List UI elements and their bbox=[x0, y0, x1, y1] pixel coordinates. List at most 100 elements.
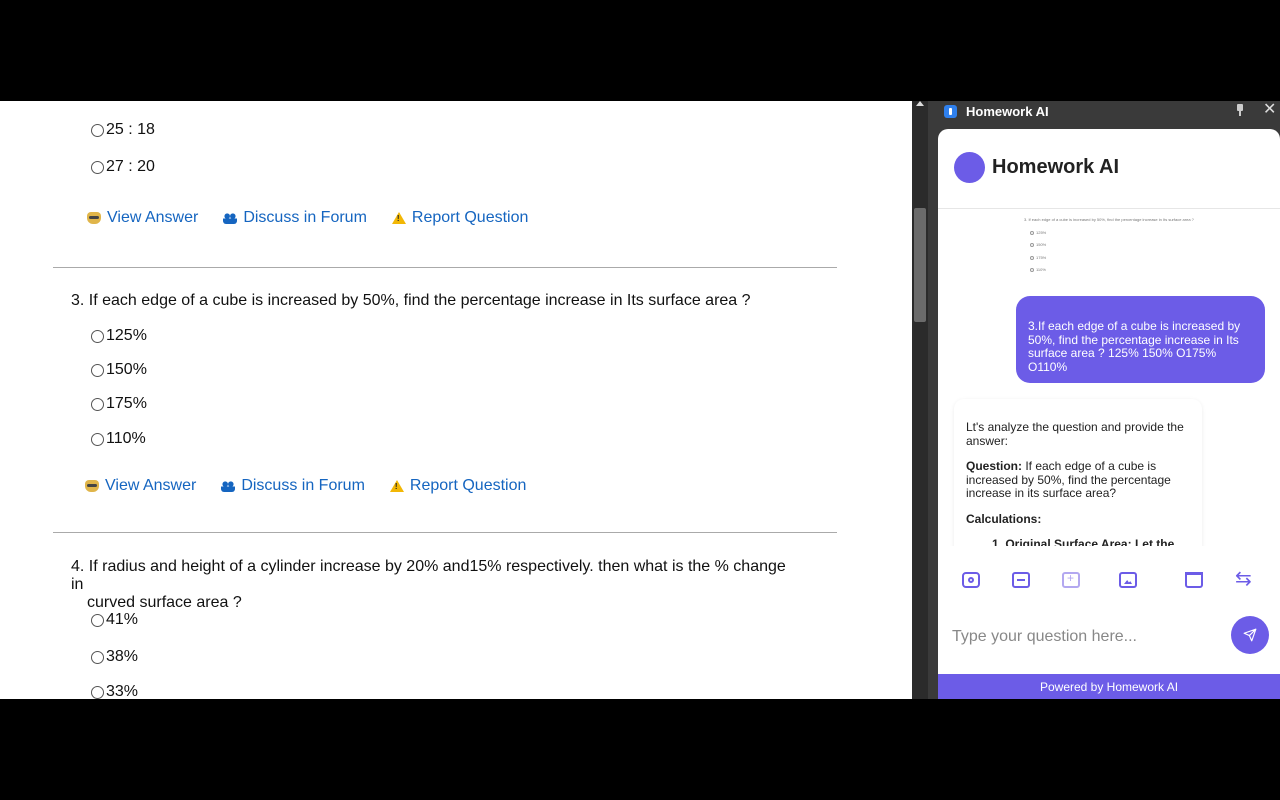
close-icon[interactable]: ✕ bbox=[1263, 101, 1276, 119]
radio-button[interactable] bbox=[91, 685, 104, 699]
question-label: Question: bbox=[966, 459, 1022, 473]
question-4-text: 4. If radius and height of a cylinder in… bbox=[71, 558, 791, 612]
forum-icon bbox=[223, 212, 238, 224]
option-label: 110% bbox=[106, 430, 146, 447]
scroll-up-arrow-icon[interactable] bbox=[916, 101, 924, 106]
radio-button[interactable] bbox=[91, 160, 104, 174]
option-label: 38% bbox=[106, 648, 139, 665]
discuss-forum-label: Discuss in Forum bbox=[243, 209, 367, 226]
option-41[interactable]: 41% bbox=[91, 611, 138, 629]
window-title: Homework AI bbox=[966, 103, 1049, 119]
q2-actions: View Answer Discuss in Forum Report Ques… bbox=[87, 209, 553, 227]
calc-item-text: 1. Original Surface Area: Let the bbox=[992, 537, 1175, 546]
report-question-link[interactable]: Report Question bbox=[389, 477, 527, 495]
page-scrollbar[interactable] bbox=[912, 101, 928, 699]
image-upload-icon[interactable] bbox=[1119, 572, 1137, 588]
report-question-link[interactable]: Report Question bbox=[391, 209, 529, 227]
discuss-forum-link[interactable]: Discuss in Forum bbox=[223, 209, 367, 227]
discuss-forum-label: Discuss in Forum bbox=[241, 477, 365, 494]
bot-question: Question: If each edge of a cube is incr… bbox=[966, 459, 1190, 501]
option-175[interactable]: 175% bbox=[91, 395, 147, 413]
side-panel-titlebar: Homework AI bbox=[944, 101, 1049, 121]
preview-option-label: 150% bbox=[1036, 242, 1047, 247]
preview-radio bbox=[1030, 243, 1034, 248]
new-document-icon[interactable] bbox=[1062, 571, 1080, 588]
forum-icon bbox=[221, 480, 236, 492]
preview-option: 110% bbox=[1024, 264, 1264, 277]
radio-button[interactable] bbox=[91, 432, 104, 446]
quiz-page: 25 : 18 27 : 20 View Answer Discuss in F… bbox=[0, 101, 912, 699]
preview-option-label: 175% bbox=[1036, 254, 1047, 260]
view-answer-link[interactable]: View Answer bbox=[87, 209, 198, 227]
report-question-label: Report Question bbox=[409, 477, 527, 494]
radio-button[interactable] bbox=[91, 329, 104, 343]
option-110[interactable]: 110% bbox=[91, 430, 146, 448]
question-3-text: 3. If each edge of a cube is increased b… bbox=[71, 292, 751, 309]
radio-button[interactable] bbox=[91, 397, 104, 411]
bot-message: Lt's analyze the question and provide th… bbox=[954, 399, 1202, 546]
logo-icon bbox=[954, 152, 985, 183]
view-answer-link[interactable]: View Answer bbox=[85, 477, 196, 495]
option-label: 175% bbox=[106, 395, 147, 412]
preview-option: 125% bbox=[1024, 227, 1264, 240]
preview-radio bbox=[1030, 230, 1034, 235]
preview-option: 150% bbox=[1024, 239, 1264, 252]
pin-icon[interactable] bbox=[1236, 104, 1244, 116]
calculations-label: Calculations: bbox=[966, 511, 1042, 526]
trash-icon[interactable] bbox=[1185, 572, 1203, 588]
option-label: 150% bbox=[106, 361, 147, 378]
scroll-thumb[interactable] bbox=[914, 208, 926, 322]
q3-actions: View Answer Discuss in Forum Report Ques… bbox=[85, 477, 551, 495]
option-38[interactable]: 38% bbox=[91, 648, 138, 666]
radio-button[interactable] bbox=[91, 650, 104, 664]
warning-icon bbox=[389, 480, 404, 492]
option-27-20[interactable]: 27 : 20 bbox=[91, 158, 155, 176]
preview-radio bbox=[1030, 255, 1034, 260]
option-label: 33% bbox=[106, 683, 139, 699]
view-answer-label: View Answer bbox=[107, 209, 199, 226]
warning-icon bbox=[391, 212, 406, 224]
panel-toolbar: ⇆ bbox=[938, 564, 1280, 596]
view-answer-label: View Answer bbox=[105, 477, 197, 494]
bot-intro: Lt's analyze the question and provide th… bbox=[966, 420, 1184, 448]
option-25-18[interactable]: 25 : 18 bbox=[91, 121, 155, 139]
option-150[interactable]: 150% bbox=[91, 361, 147, 379]
option-125[interactable]: 125% bbox=[91, 327, 147, 345]
option-label: 25 : 18 bbox=[106, 121, 155, 138]
camera-icon[interactable] bbox=[962, 572, 980, 588]
preview-option-label: 110% bbox=[1036, 267, 1046, 272]
report-question-label: Report Question bbox=[411, 209, 529, 226]
panel-header: Homework AI bbox=[938, 129, 1280, 209]
radio-button[interactable] bbox=[91, 613, 104, 627]
bot-calculations: Calculations: bbox=[966, 511, 1190, 527]
homework-ai-panel: Homework AI 3. If each edge of a cube is… bbox=[938, 129, 1280, 699]
radio-button[interactable] bbox=[91, 123, 104, 137]
homework-ai-app-icon bbox=[944, 104, 957, 118]
screenshot-preview: 3. If each edge of a cube is increased b… bbox=[1024, 214, 1264, 277]
question-input-row bbox=[938, 616, 1280, 660]
view-answer-icon bbox=[85, 480, 99, 492]
preview-radio bbox=[1030, 268, 1034, 273]
option-label: 125% bbox=[106, 327, 147, 344]
question-4-line2: curved surface area ? bbox=[87, 594, 242, 611]
question-input[interactable] bbox=[952, 620, 1222, 654]
option-label: 27 : 20 bbox=[106, 158, 155, 175]
view-answer-icon bbox=[87, 212, 101, 224]
question-4-line1: 4. If radius and height of a cylinder in… bbox=[71, 558, 786, 593]
option-label: 41% bbox=[106, 611, 139, 628]
preview-question: 3. If each edge of a cube is increased b… bbox=[1024, 217, 1194, 222]
option-33[interactable]: 33% bbox=[91, 683, 138, 699]
panel-title: Homework AI bbox=[992, 156, 1120, 178]
chat-area[interactable]: 3. If each edge of a cube is increased b… bbox=[938, 210, 1280, 546]
discuss-forum-link[interactable]: Discuss in Forum bbox=[221, 477, 365, 495]
preview-option-label: 125% bbox=[1036, 229, 1047, 235]
preview-option: 175% bbox=[1024, 252, 1264, 265]
copy-icon[interactable] bbox=[1012, 572, 1030, 588]
send-icon bbox=[1243, 628, 1257, 642]
calc-item: 1. Original Surface Area: Let the bbox=[966, 537, 1190, 546]
powered-by-footer: Powered by Homework AI bbox=[938, 674, 1280, 699]
radio-button[interactable] bbox=[91, 363, 104, 377]
send-button[interactable] bbox=[1231, 616, 1269, 654]
swap-icon[interactable]: ⇆ bbox=[1235, 566, 1253, 590]
user-message: 3.If each edge of a cube is increased by… bbox=[1016, 296, 1265, 383]
